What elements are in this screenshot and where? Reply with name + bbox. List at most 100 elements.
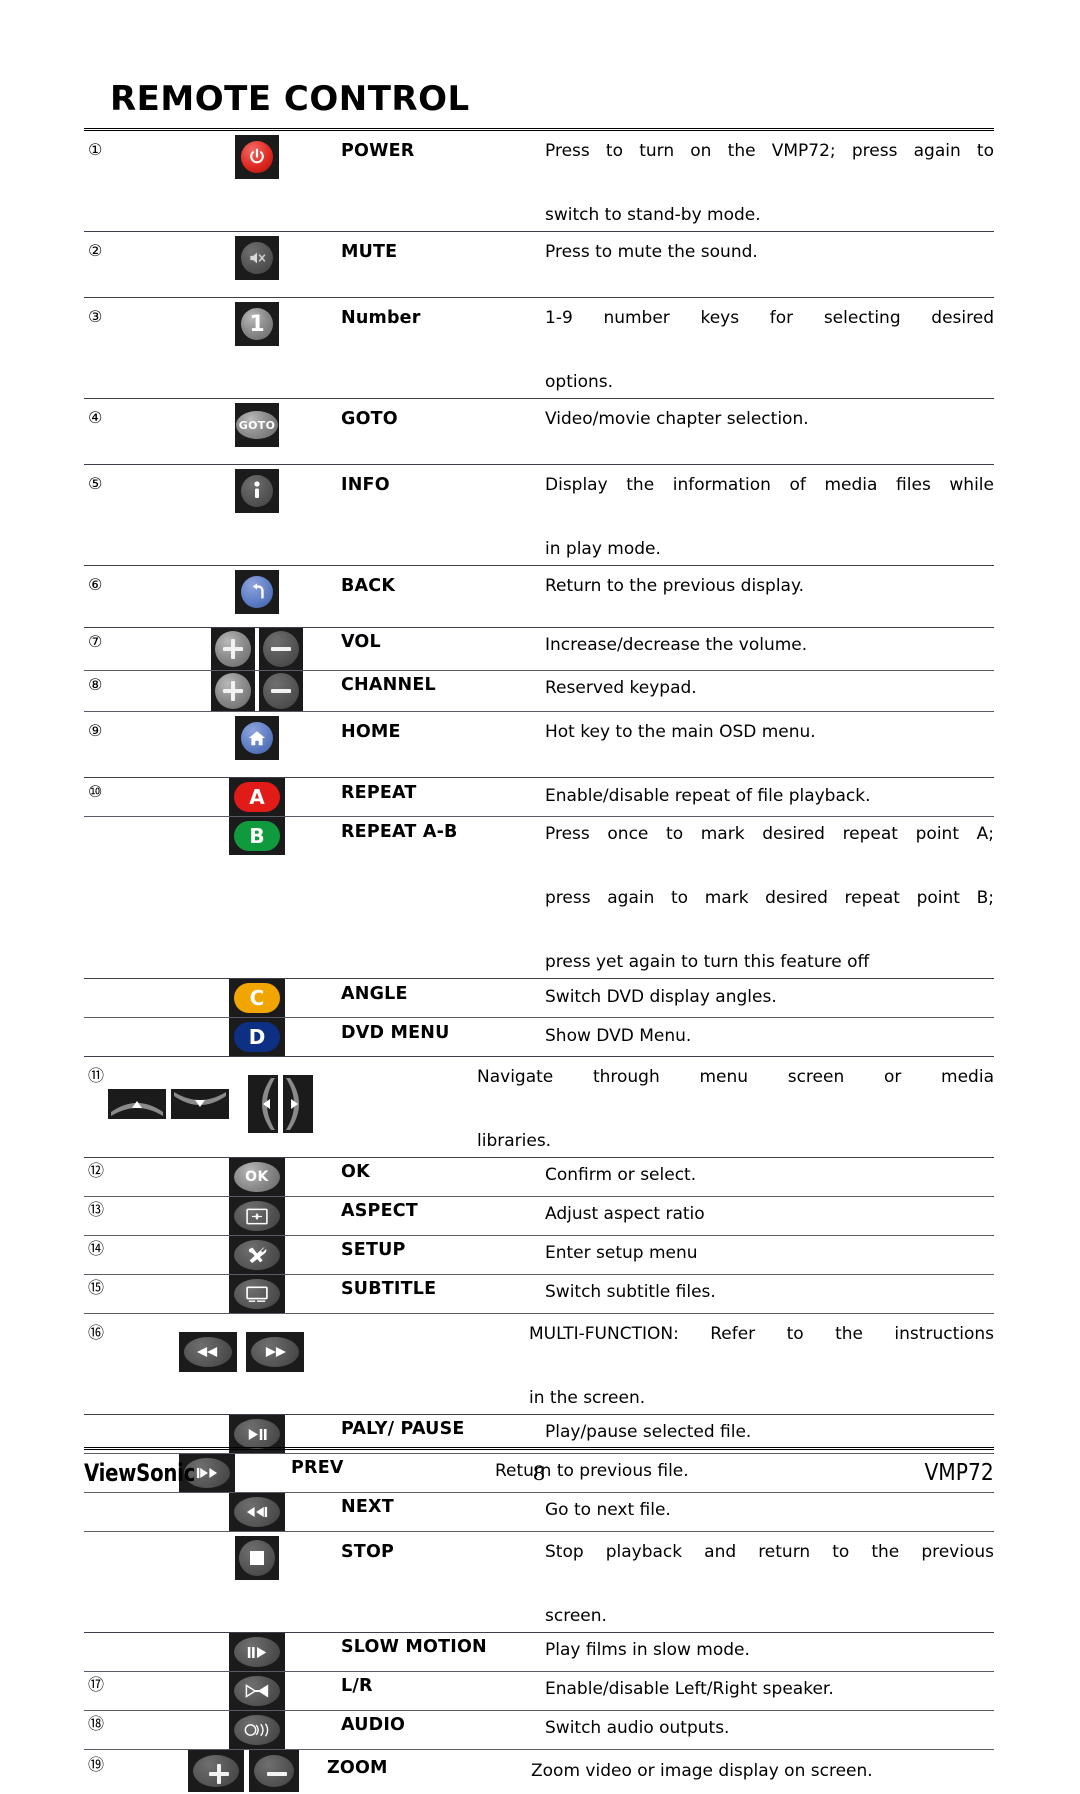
row-description: Video/movie chapter selection. bbox=[545, 409, 809, 429]
row-description: Stop playback and return to the previous… bbox=[545, 1542, 994, 1626]
back-button-icon bbox=[235, 570, 279, 614]
aspect-button-icon bbox=[229, 1197, 285, 1235]
row-icon-cell bbox=[162, 1750, 324, 1792]
row-description: Enable/disable Left/Right speaker. bbox=[545, 1679, 834, 1699]
page-title: REMOTE CONTROL bbox=[110, 78, 470, 119]
table-row: ⑱ AUDIO Switch audio outputs. bbox=[84, 1711, 994, 1750]
row-label: DVD MENU bbox=[341, 1023, 450, 1043]
row-description: Switch audio outputs. bbox=[545, 1718, 730, 1738]
row-number: ⑥ bbox=[88, 575, 103, 594]
table-row: C ANGLE Switch DVD display angles. bbox=[84, 979, 994, 1018]
audio-button-icon bbox=[229, 1711, 285, 1749]
row-label: Number bbox=[341, 308, 421, 328]
ok-label: OK bbox=[234, 1162, 280, 1192]
green-b-button-icon: B bbox=[229, 817, 285, 855]
row-icon-cell: OK bbox=[176, 1158, 338, 1196]
table-row: ⑰ L/R Enable/disable Left/Right speaker. bbox=[84, 1672, 994, 1711]
row-label: CHANNEL bbox=[341, 675, 436, 695]
row-icon-cell: B bbox=[176, 817, 338, 855]
table-row: ⑨ HOME Hot key to the main OSD menu. bbox=[84, 712, 994, 778]
row-number: ⑨ bbox=[88, 721, 103, 740]
row-icon-cell bbox=[160, 1314, 322, 1372]
button-a-label: A bbox=[234, 782, 280, 812]
row-description: Adjust aspect ratio bbox=[545, 1204, 705, 1224]
row-label bbox=[322, 1314, 527, 1324]
row-description: Hot key to the main OSD menu. bbox=[545, 722, 816, 742]
row-label: HOME bbox=[341, 722, 401, 742]
row-description: Play films in slow mode. bbox=[545, 1640, 750, 1660]
row-description: Press to turn on the VMP72; press again … bbox=[545, 141, 994, 225]
row-icon-cell: GOTO bbox=[176, 399, 338, 447]
page-number: 8 bbox=[532, 1461, 546, 1485]
row-label: ASPECT bbox=[341, 1201, 418, 1221]
row-label: BACK bbox=[341, 576, 396, 596]
row-label: L/R bbox=[341, 1676, 373, 1696]
row-number: ⑮ bbox=[88, 1278, 105, 1297]
row-number: ⑤ bbox=[88, 474, 103, 493]
table-row: ② MUTE Press to mute the sound. bbox=[84, 232, 994, 298]
left-right-speaker-button-icon bbox=[229, 1672, 285, 1710]
row-label: PALY/ PAUSE bbox=[341, 1419, 465, 1439]
row-description: Increase/decrease the volume. bbox=[545, 635, 808, 655]
home-button-icon bbox=[235, 716, 279, 760]
blue-d-button-icon: D bbox=[229, 1018, 285, 1056]
info-button-icon bbox=[235, 469, 279, 513]
row-number: ⑩ bbox=[88, 782, 103, 801]
channel-minus-button-icon bbox=[259, 671, 303, 711]
number-one-label: 1 bbox=[241, 308, 273, 340]
row-icon-cell bbox=[176, 1275, 338, 1313]
table-row: ⑯ MULTI-FUNCTION: Refer to the instructi… bbox=[84, 1314, 994, 1415]
row-number: ⑱ bbox=[88, 1714, 105, 1733]
row-description: Zoom video or image display on screen. bbox=[531, 1761, 873, 1781]
row-number: ⑬ bbox=[88, 1200, 105, 1219]
rewind-button-icon bbox=[178, 1332, 237, 1372]
table-row: ⑫ OK OK Confirm or select. bbox=[84, 1158, 994, 1197]
slow-motion-button-icon bbox=[229, 1633, 285, 1671]
row-description: Confirm or select. bbox=[545, 1165, 697, 1185]
row-number: ③ bbox=[88, 307, 103, 326]
setup-tools-button-icon bbox=[229, 1236, 285, 1274]
ok-button-icon: OK bbox=[229, 1158, 285, 1196]
row-icon-cell bbox=[176, 1236, 338, 1274]
row-label: POWER bbox=[341, 141, 415, 161]
table-row: ⑤ INFO Display the information of media … bbox=[84, 465, 994, 566]
row-label: SUBTITLE bbox=[341, 1279, 437, 1299]
navigate-up-icon bbox=[108, 1089, 166, 1119]
row-icon-cell bbox=[176, 671, 338, 711]
zoom-in-button-icon bbox=[187, 1750, 244, 1792]
table-row: ⑧ CHANNEL Reserved keypad. bbox=[84, 671, 994, 712]
row-icon-cell bbox=[176, 465, 338, 513]
table-row: ⑬ ASPECT Adjust aspect ratio bbox=[84, 1197, 994, 1236]
row-icon-cell: D bbox=[176, 1018, 338, 1056]
channel-plus-button-icon bbox=[211, 671, 255, 711]
button-c-label: C bbox=[234, 983, 280, 1013]
table-row: ⑮ SUBTITLE Switch subtitle files. bbox=[84, 1275, 994, 1314]
table-row: ⑩ A REPEAT Enable/disable repeat of file… bbox=[84, 778, 994, 817]
row-label: SLOW MOTION bbox=[341, 1637, 487, 1657]
row-label: GOTO bbox=[341, 409, 398, 429]
button-b-label: B bbox=[234, 821, 280, 851]
table-row: ⑪ Navigate through menu screen or media bbox=[84, 1057, 994, 1158]
row-description: Reserved keypad. bbox=[545, 678, 697, 698]
row-number bbox=[84, 1633, 176, 1644]
row-number: ② bbox=[88, 241, 103, 260]
navigate-right-icon bbox=[283, 1075, 313, 1133]
remote-control-function-table: ① POWER Press to turn on the VMP72; pres… bbox=[84, 128, 994, 1794]
row-icon-cell bbox=[176, 1633, 338, 1671]
table-row: D DVD MENU Show DVD Menu. bbox=[84, 1018, 994, 1057]
table-row: ③ 1 Number 1-9 number keys for selecting… bbox=[84, 298, 994, 399]
row-icon-cell bbox=[176, 1532, 338, 1580]
row-description: 1-9 number keys for selecting desired op… bbox=[545, 308, 994, 392]
row-description: Switch subtitle files. bbox=[545, 1282, 716, 1302]
row-icon-cell bbox=[176, 1197, 338, 1235]
row-icon-cell bbox=[176, 1672, 338, 1710]
row-number bbox=[84, 1415, 176, 1426]
amber-c-button-icon: C bbox=[229, 979, 285, 1017]
row-icon-cell bbox=[176, 712, 338, 760]
power-button-icon bbox=[235, 135, 279, 179]
row-number bbox=[84, 817, 176, 828]
row-icon-cell: A bbox=[176, 778, 338, 816]
row-description: Navigate through menu screen or media li… bbox=[477, 1067, 994, 1151]
table-row: SLOW MOTION Play films in slow mode. bbox=[84, 1633, 994, 1672]
row-number bbox=[84, 1532, 176, 1543]
